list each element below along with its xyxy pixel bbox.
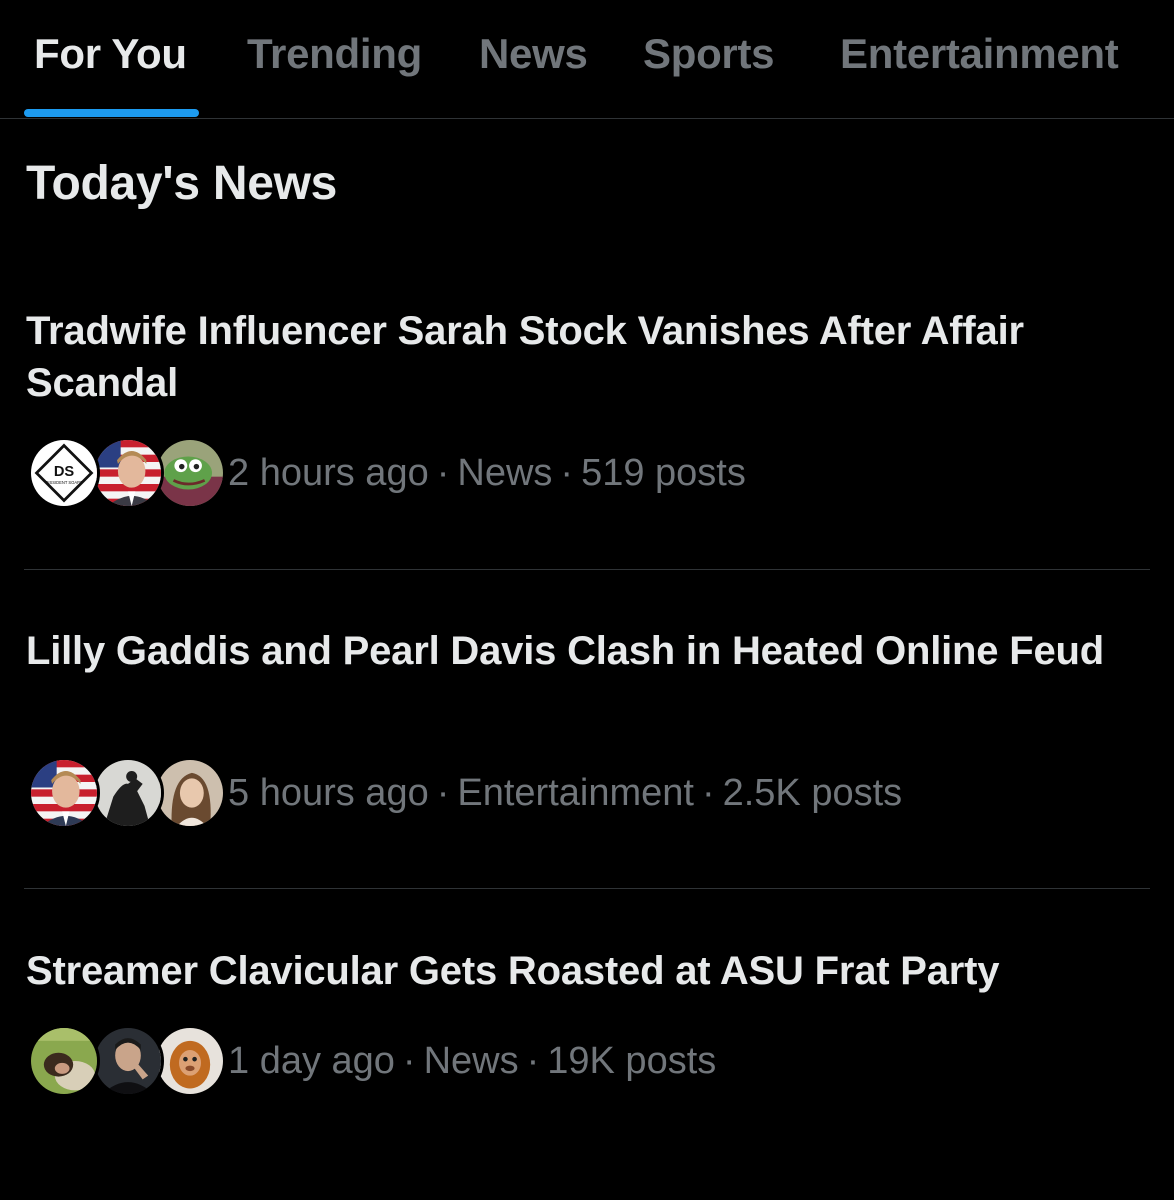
news-meta: 1 day ago · News · 19K posts (26, 1023, 716, 1099)
woman-portrait-avatar (154, 757, 226, 829)
tab-trending[interactable]: Trending (247, 30, 422, 78)
news-item[interactable]: Tradwife Influencer Sarah Stock Vanishes… (0, 305, 1174, 535)
news-headline[interactable]: Streamer Clavicular Gets Roasted at ASU … (26, 945, 1146, 997)
active-tab-indicator (24, 109, 199, 117)
avatar-stack: DS DISSIDENT SOAPS (26, 435, 226, 511)
news-meta: 5 hours ago · Entertainment · 2.5K posts (26, 755, 902, 831)
news-headline[interactable]: Tradwife Influencer Sarah Stock Vanishes… (26, 305, 1146, 409)
news-time: 1 day ago (228, 1039, 395, 1082)
monkey-avatar (154, 1025, 226, 1097)
statue-avatar (92, 757, 164, 829)
section-title: Today's News (26, 157, 338, 210)
news-post-count: 2.5K posts (722, 771, 903, 814)
news-meta-text: 1 day ago · News · 19K posts (228, 1039, 717, 1082)
dissident-soaps-logo-avatar: DS DISSIDENT SOAPS (28, 437, 100, 509)
news-item[interactable]: Streamer Clavicular Gets Roasted at ASU … (0, 945, 1174, 1125)
news-category: Entertainment (457, 771, 694, 814)
tab-bar: For You Trending News Sports Entertainme… (0, 0, 1174, 119)
news-meta: DS DISSIDENT SOAPS 2 hours ago · News · 519 … (26, 435, 746, 511)
svg-text:DISSIDENT SOAPS: DISSIDENT SOAPS (45, 480, 82, 485)
news-post-count: 519 posts (581, 451, 746, 494)
tab-entertainment[interactable]: Entertainment (840, 30, 1119, 78)
man-dark-avatar (92, 1025, 164, 1097)
tab-sports[interactable]: Sports (643, 30, 775, 78)
news-post-count: 19K posts (547, 1039, 717, 1082)
man-flag-avatar (92, 437, 164, 509)
news-headline[interactable]: Lilly Gaddis and Pearl Davis Clash in He… (26, 625, 1146, 677)
svg-text:DS: DS (54, 464, 75, 480)
news-time: 2 hours ago (228, 451, 429, 494)
news-category: News (457, 451, 553, 494)
news-time: 5 hours ago (228, 771, 429, 814)
avatar-stack (26, 1023, 226, 1099)
divider (24, 569, 1150, 570)
divider (24, 888, 1150, 889)
avatar-stack (26, 755, 226, 831)
grass-photo-avatar (28, 1025, 100, 1097)
tab-for-you[interactable]: For You (34, 30, 187, 78)
news-category: News (423, 1039, 519, 1082)
tab-news[interactable]: News (479, 30, 588, 78)
news-meta-text: 2 hours ago · News · 519 posts (228, 451, 746, 494)
man-flag-avatar (28, 757, 100, 829)
news-item[interactable]: Lilly Gaddis and Pearl Davis Clash in He… (0, 625, 1174, 855)
pepe-frog-avatar (154, 437, 226, 509)
news-meta-text: 5 hours ago · Entertainment · 2.5K posts (228, 771, 903, 814)
